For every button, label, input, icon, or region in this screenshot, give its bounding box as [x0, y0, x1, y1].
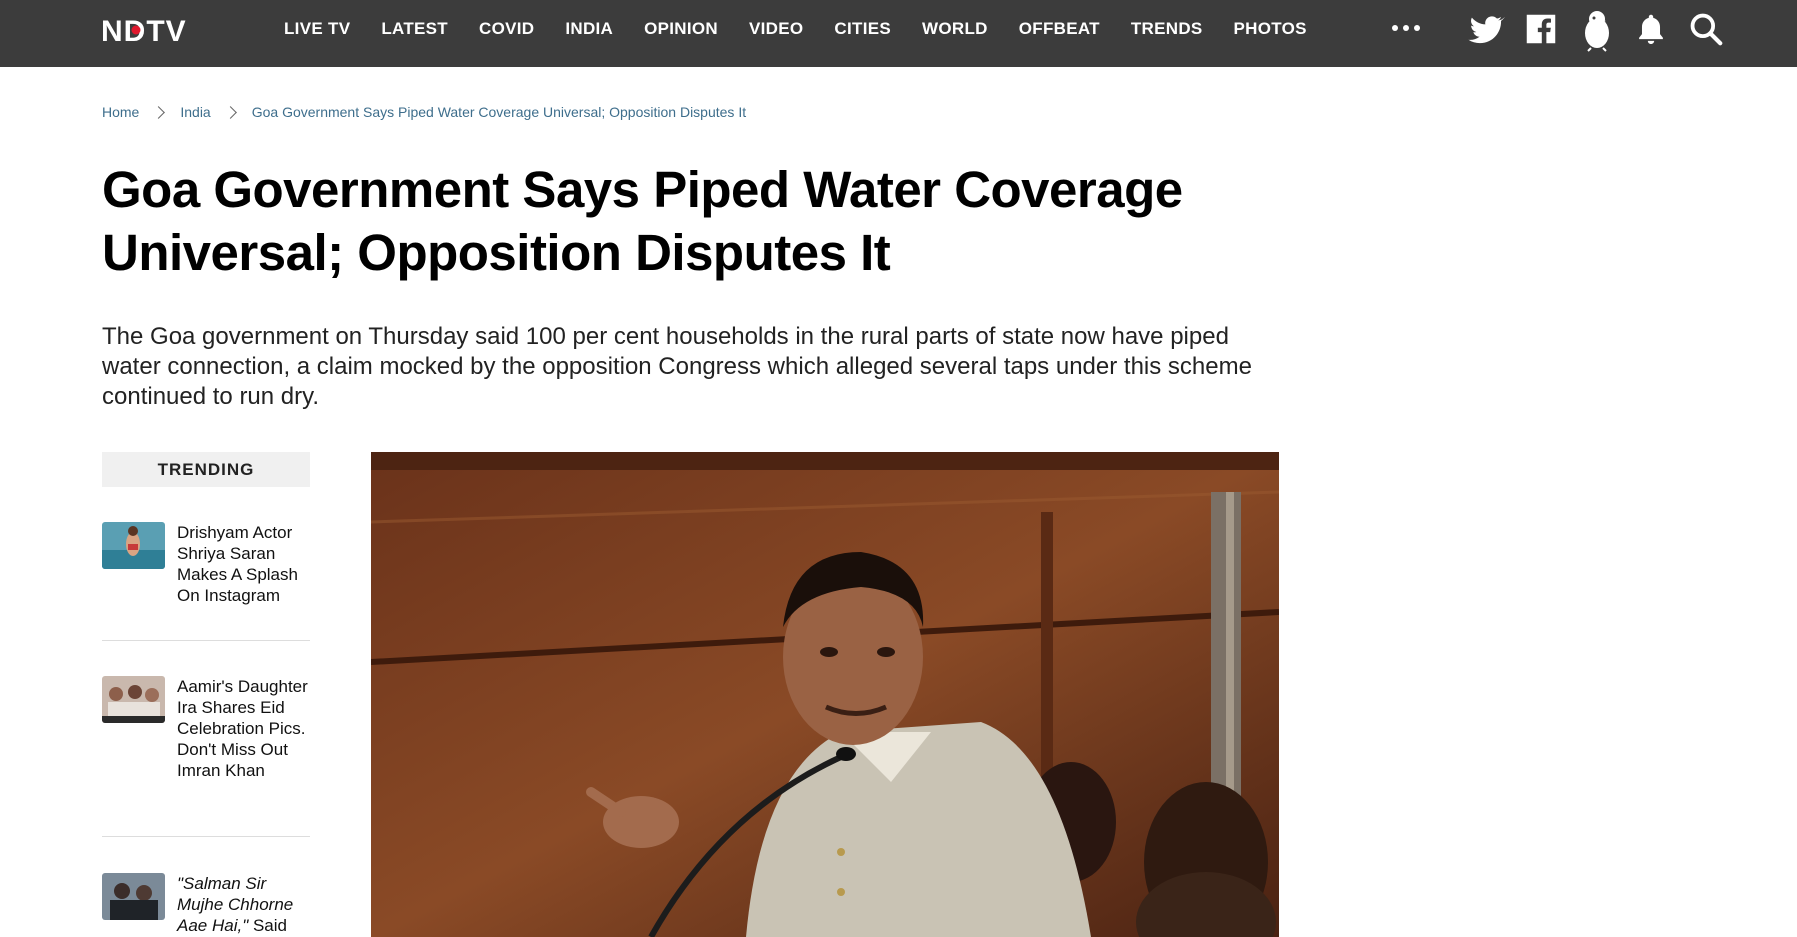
article-summary: The Goa government on Thursday said 100 …: [102, 323, 1252, 410]
facebook-icon[interactable]: [1522, 10, 1560, 48]
trending-item-title-rest: Said: [248, 916, 287, 935]
breadcrumb-india[interactable]: India: [180, 104, 210, 120]
main-nav-links: LIVE TV LATEST COVID INDIA OPINION VIDEO…: [284, 0, 1338, 58]
trending-item[interactable]: Drishyam Actor Shriya Saran Makes A Spla…: [102, 522, 310, 614]
nav-india[interactable]: INDIA: [565, 19, 613, 39]
trending-item[interactable]: Aamir's Daughter Ira Shares Eid Celebrat…: [102, 676, 310, 806]
more-icon[interactable]: [1388, 16, 1424, 40]
nav-world[interactable]: WORLD: [922, 19, 988, 39]
article-headline: Goa Government Says Piped Water Coverage…: [102, 161, 1183, 281]
breadcrumb-home[interactable]: Home: [102, 104, 139, 120]
trending-item-title[interactable]: Aamir's Daughter Ira Shares Eid Celebrat…: [177, 676, 310, 781]
svg-text:NDTV: NDTV: [101, 15, 187, 46]
trending-thumbnail[interactable]: [102, 676, 165, 723]
nav-latest[interactable]: LATEST: [381, 19, 448, 39]
search-icon[interactable]: [1687, 10, 1725, 48]
ndtv-logo[interactable]: NDTV: [101, 14, 239, 46]
breadcrumb: Home India Goa Government Says Piped Wat…: [102, 104, 746, 120]
chevron-right-icon: [223, 105, 237, 119]
nav-opinion[interactable]: OPINION: [644, 19, 718, 39]
top-navigation-bar: NDTV LIVE TV LATEST COVID INDIA OPINION …: [0, 0, 1797, 67]
trending-item-title[interactable]: Drishyam Actor Shriya Saran Makes A Spla…: [177, 522, 310, 606]
nav-photos[interactable]: PHOTOS: [1234, 19, 1307, 39]
nav-covid[interactable]: COVID: [479, 19, 534, 39]
divider: [102, 640, 310, 641]
trending-thumbnail[interactable]: [102, 522, 165, 569]
trending-thumbnail[interactable]: [102, 873, 165, 920]
trending-heading: TRENDING: [102, 452, 310, 487]
trending-item[interactable]: "Salman Sir Mujhe Chhorne Aae Hai," Said: [102, 873, 310, 937]
bell-icon[interactable]: [1632, 10, 1670, 48]
trending-item-title[interactable]: "Salman Sir Mujhe Chhorne Aae Hai," Said: [177, 873, 310, 936]
nav-cities[interactable]: CITIES: [834, 19, 891, 39]
nav-trends[interactable]: TRENDS: [1131, 19, 1203, 39]
divider: [102, 836, 310, 837]
twitter-icon[interactable]: [1467, 10, 1505, 48]
nav-video[interactable]: VIDEO: [749, 19, 803, 39]
breadcrumb-current-article[interactable]: Goa Government Says Piped Water Coverage…: [252, 104, 746, 120]
nav-live-tv[interactable]: LIVE TV: [284, 19, 350, 39]
article-hero-image[interactable]: [371, 452, 1279, 937]
nav-offbeat[interactable]: OFFBEAT: [1019, 19, 1100, 39]
koo-icon[interactable]: [1577, 6, 1617, 52]
chevron-right-icon: [152, 105, 166, 119]
